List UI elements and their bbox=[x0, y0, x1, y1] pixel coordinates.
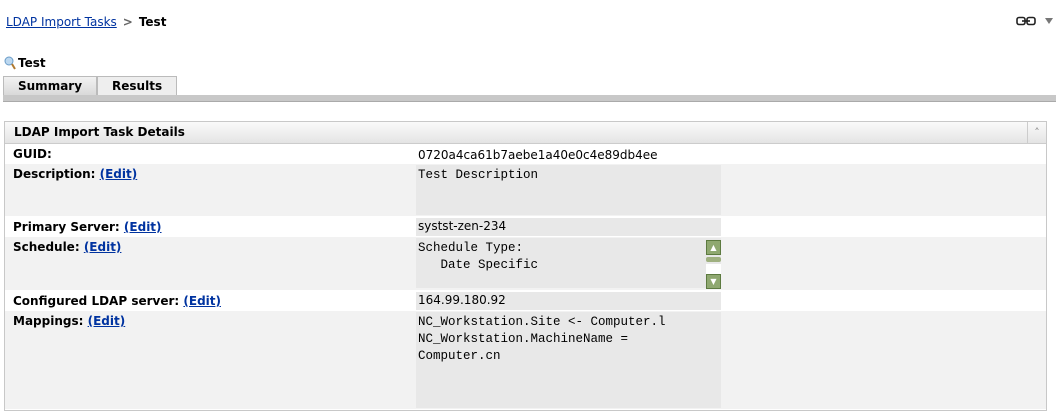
row-guid: GUID: 0720a4ca61b7aebe1a40e0c4e89db4ee bbox=[5, 144, 1046, 164]
breadcrumb-separator: > bbox=[122, 15, 133, 29]
breadcrumb-current: Test bbox=[138, 15, 167, 29]
tab-bar: Summary Results bbox=[3, 76, 178, 96]
edit-description-link[interactable]: (Edit) bbox=[100, 167, 138, 181]
scroll-thumb[interactable] bbox=[706, 257, 721, 262]
page-title: Test bbox=[4, 56, 46, 70]
description-value: Test Description bbox=[416, 165, 721, 215]
link-icon[interactable] bbox=[1016, 16, 1036, 26]
row-primary-server: Primary Server: (Edit) systst-zen-234 bbox=[5, 217, 1046, 237]
task-details-panel: LDAP Import Task Details ˄ GUID: 0720a4ca… bbox=[4, 121, 1047, 411]
edit-schedule-link[interactable]: (Edit) bbox=[84, 240, 122, 254]
tab-summary[interactable]: Summary bbox=[3, 76, 98, 96]
breadcrumb: LDAP Import Tasks > Test bbox=[6, 15, 166, 29]
magnifier-icon bbox=[4, 56, 16, 70]
primary-server-label: Primary Server: (Edit) bbox=[13, 220, 162, 234]
page-title-text: Test bbox=[18, 56, 46, 70]
ldap-server-label: Configured LDAP server: (Edit) bbox=[13, 294, 221, 308]
row-schedule: Schedule: (Edit) Schedule Type: Date Spe… bbox=[5, 237, 1046, 291]
description-label: Description: (Edit) bbox=[13, 167, 138, 181]
panel-title: LDAP Import Task Details bbox=[14, 125, 185, 139]
guid-label: GUID: bbox=[13, 147, 52, 161]
scroll-up-icon[interactable]: ▲ bbox=[706, 240, 721, 255]
schedule-box: Schedule Type: Date Specific ▲ ▼ bbox=[416, 238, 721, 289]
ldap-server-value: 164.99.180.92 bbox=[416, 292, 721, 310]
row-mappings: Mappings: (Edit) NC_Workstation.Site <- … bbox=[5, 311, 1046, 410]
mappings-value: NC_Workstation.Site <- Computer.l NC_Wor… bbox=[416, 312, 721, 408]
primary-server-value: systst-zen-234 bbox=[416, 218, 721, 236]
panel-header: LDAP Import Task Details ˄ bbox=[5, 121, 1046, 144]
edit-mappings-link[interactable]: (Edit) bbox=[88, 314, 126, 328]
menu-dropdown-icon[interactable] bbox=[1045, 18, 1053, 24]
row-description: Description: (Edit) Test Description bbox=[5, 164, 1046, 217]
mappings-label: Mappings: (Edit) bbox=[13, 314, 126, 328]
tab-underline bbox=[3, 95, 1056, 102]
collapse-icon[interactable]: ˄ bbox=[1027, 122, 1046, 143]
edit-ldap-server-link[interactable]: (Edit) bbox=[183, 294, 221, 308]
scroll-down-icon[interactable]: ▼ bbox=[706, 274, 721, 289]
breadcrumb-ldap-import-tasks[interactable]: LDAP Import Tasks bbox=[6, 15, 117, 29]
row-ldap-server: Configured LDAP server: (Edit) 164.99.18… bbox=[5, 291, 1046, 311]
guid-value: 0720a4ca61b7aebe1a40e0c4e89db4ee bbox=[418, 148, 658, 162]
schedule-scrollbar[interactable]: ▲ ▼ bbox=[706, 240, 721, 289]
tab-results[interactable]: Results bbox=[97, 76, 178, 96]
schedule-value: Schedule Type: Date Specific bbox=[418, 241, 539, 272]
edit-primary-server-link[interactable]: (Edit) bbox=[124, 220, 162, 234]
schedule-label: Schedule: (Edit) bbox=[13, 240, 122, 254]
